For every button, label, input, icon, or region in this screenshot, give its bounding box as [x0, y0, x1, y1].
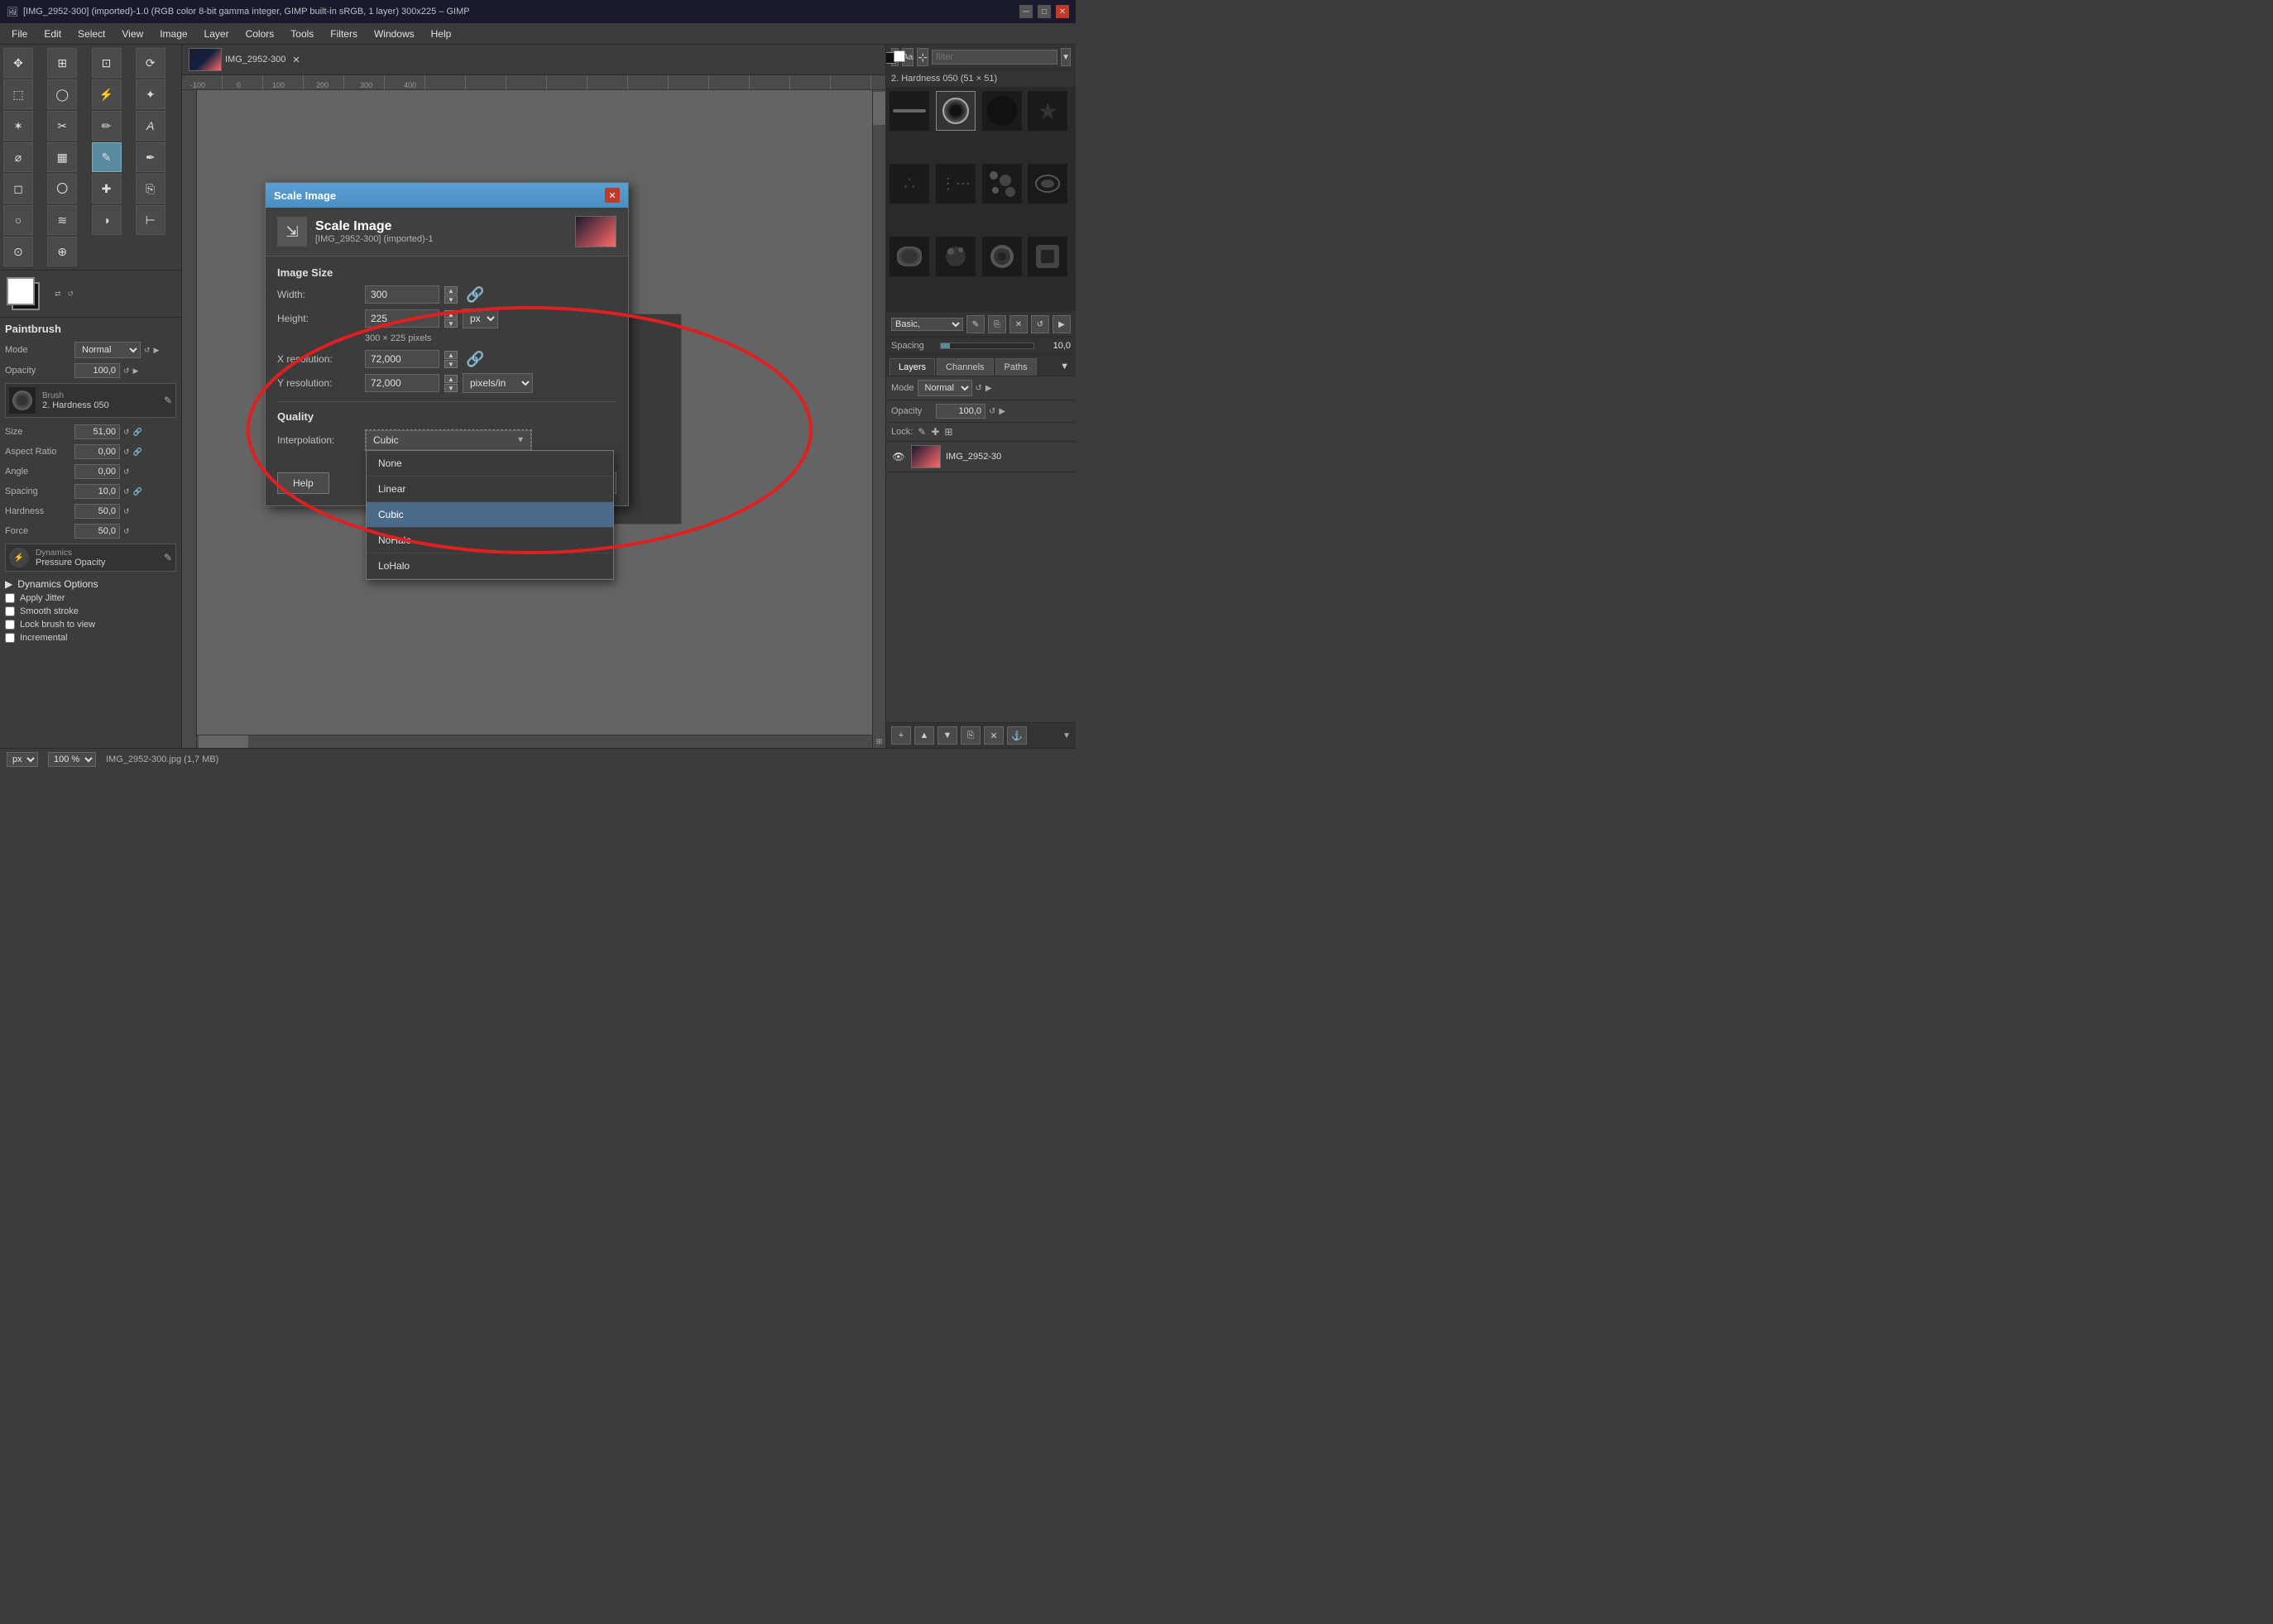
- xres-row: X resolution: ▲ ▼ 🔗: [277, 350, 616, 368]
- interpolation-dropdown-list: None Linear Cubic NoHalo LoHalo: [366, 450, 614, 580]
- quality-section-title: Quality: [277, 410, 616, 423]
- height-down-btn[interactable]: ▼: [444, 319, 458, 328]
- interpolation-select[interactable]: Cubic: [366, 430, 531, 450]
- width-row: Width: ▲ ▼ 🔗: [277, 285, 616, 304]
- interpolation-option-nohalo[interactable]: NoHalo: [367, 528, 613, 553]
- interpolation-option-cubic[interactable]: Cubic: [367, 502, 613, 528]
- width-label: Width:: [277, 289, 360, 300]
- dimensions-info: 300 × 225 pixels: [365, 333, 616, 343]
- dialog-title: Scale Image: [274, 189, 336, 202]
- height-row: Height: ▲ ▼ px % in: [277, 309, 616, 328]
- yres-down-btn[interactable]: ▼: [444, 384, 458, 392]
- width-down-btn[interactable]: ▼: [444, 295, 458, 304]
- scale-image-dialog: Scale Image ✕ ⇲ Scale Image [IMG_2952-30…: [265, 182, 629, 506]
- res-unit-select[interactable]: pixels/in pixels/mm: [463, 373, 533, 393]
- dialog-overlay: Scale Image ✕ ⇲ Scale Image [IMG_2952-30…: [0, 0, 1076, 769]
- interpolation-dropdown-trigger[interactable]: Cubic ▼ None Linear Cubic NoHalo LoHalo: [365, 429, 532, 451]
- yres-spinner[interactable]: ▲ ▼: [444, 375, 458, 392]
- yres-up-btn[interactable]: ▲: [444, 375, 458, 383]
- dialog-header-info: Scale Image [IMG_2952-300] (imported)-1: [315, 219, 433, 244]
- interpolation-option-linear[interactable]: Linear: [367, 477, 613, 502]
- height-label: Height:: [277, 313, 360, 324]
- interpolation-label: Interpolation:: [277, 434, 360, 446]
- height-spinner[interactable]: ▲ ▼: [444, 310, 458, 328]
- dialog-separator: [277, 401, 616, 402]
- height-up-btn[interactable]: ▲: [444, 310, 458, 319]
- dialog-header-sub: [IMG_2952-300] (imported)-1: [315, 234, 433, 244]
- dialog-body: Image Size Width: ▲ ▼ 🔗 Height: ▲ ▼: [266, 256, 628, 466]
- dialog-header: ⇲ Scale Image [IMG_2952-300] (imported)-…: [266, 208, 628, 256]
- height-input[interactable]: [365, 309, 439, 328]
- yres-row: Y resolution: ▲ ▼ pixels/in pixels/mm: [277, 373, 616, 393]
- interpolation-option-none[interactable]: None: [367, 451, 613, 477]
- width-height-link-icon[interactable]: 🔗: [466, 286, 484, 304]
- unit-px-select[interactable]: px % in: [463, 309, 498, 328]
- xres-down-btn[interactable]: ▼: [444, 360, 458, 368]
- xres-label: X resolution:: [277, 353, 360, 365]
- xres-input[interactable]: [365, 350, 439, 368]
- width-up-btn[interactable]: ▲: [444, 286, 458, 295]
- dialog-title-bar: Scale Image ✕: [266, 183, 628, 208]
- width-spinner[interactable]: ▲ ▼: [444, 286, 458, 304]
- interpolation-option-lohalo[interactable]: LoHalo: [367, 553, 613, 579]
- xres-spinner[interactable]: ▲ ▼: [444, 351, 458, 368]
- yres-input[interactable]: [365, 374, 439, 392]
- res-link-icon[interactable]: 🔗: [466, 351, 484, 368]
- xres-up-btn[interactable]: ▲: [444, 351, 458, 359]
- dialog-scale-icon: ⇲: [277, 217, 307, 247]
- help-button[interactable]: Help: [277, 472, 329, 494]
- dialog-image-thumbnail: [575, 216, 616, 247]
- dialog-close-button[interactable]: ✕: [605, 188, 620, 203]
- interpolation-row: Interpolation: Cubic ▼ None Linear Cubic…: [277, 429, 616, 451]
- yres-label: Y resolution:: [277, 377, 360, 389]
- dialog-header-title: Scale Image: [315, 219, 433, 234]
- width-input[interactable]: [365, 285, 439, 304]
- image-size-section-title: Image Size: [277, 266, 616, 279]
